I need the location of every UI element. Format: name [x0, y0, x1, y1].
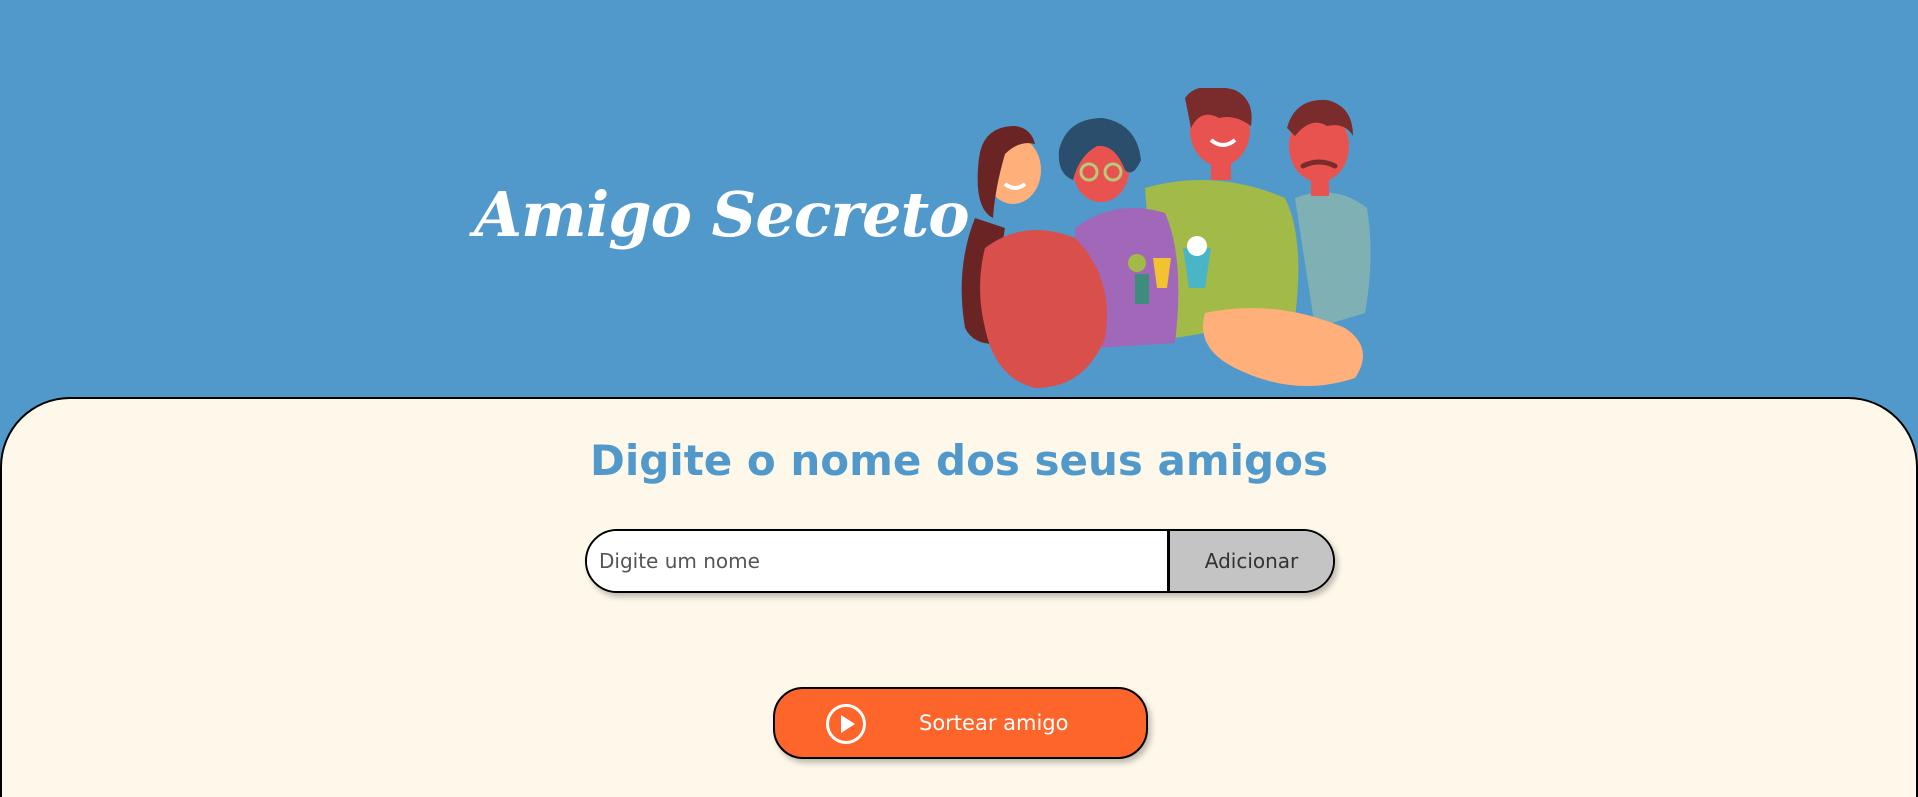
name-input[interactable]: [587, 531, 1167, 591]
add-button[interactable]: Adicionar: [1167, 531, 1333, 591]
section-heading: Digite o nome dos seus amigos: [590, 436, 1328, 485]
page-title: Amigo Secreto: [474, 178, 970, 251]
name-entry-group: Adicionar: [585, 529, 1335, 593]
draw-button-label: Sortear amigo: [919, 711, 1069, 735]
header-banner: Amigo Secreto: [0, 0, 1918, 400]
play-circle-icon: [826, 704, 866, 744]
draw-friend-button[interactable]: Sortear amigo: [773, 687, 1148, 759]
friends-celebrating-illustration: [961, 88, 1371, 388]
